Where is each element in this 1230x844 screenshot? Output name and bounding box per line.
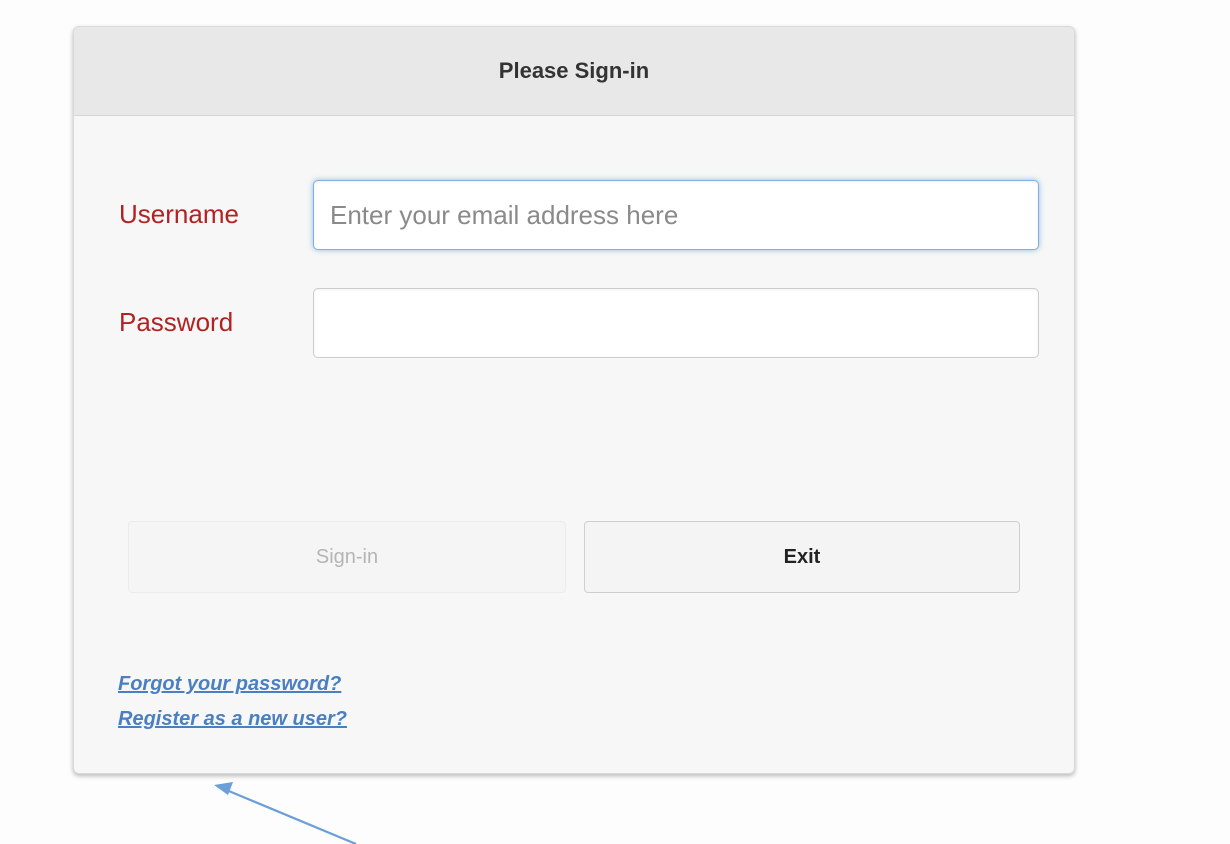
exit-button[interactable]: Exit (584, 521, 1020, 593)
username-label: Username (119, 199, 239, 229)
signin-panel: Please Sign-in Username Password Sign-in… (73, 26, 1075, 774)
password-input[interactable] (313, 288, 1039, 358)
forgot-password-link[interactable]: Forgot your password? (118, 673, 341, 696)
register-link[interactable]: Register as a new user? (118, 708, 347, 731)
panel-header: Please Sign-in (74, 27, 1074, 116)
page-title: Please Sign-in (498, 58, 650, 83)
password-label: Password (119, 307, 234, 337)
username-input[interactable] (313, 180, 1039, 250)
signin-button[interactable]: Sign-in (128, 521, 566, 593)
